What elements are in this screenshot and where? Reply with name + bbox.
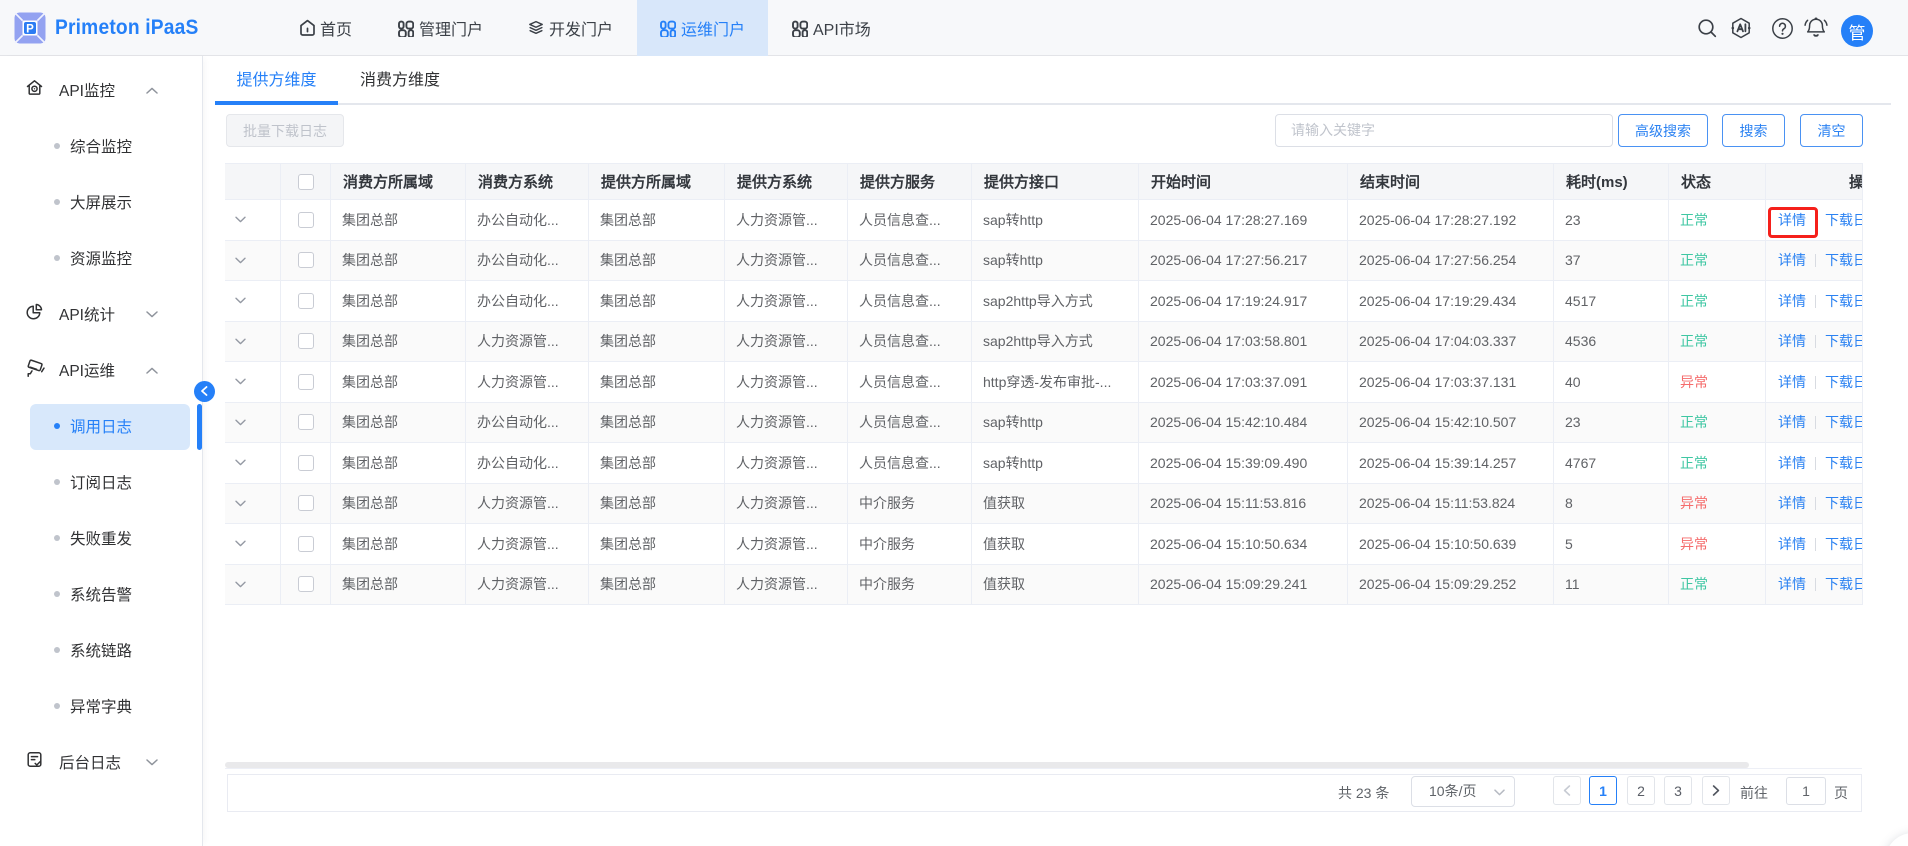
- svg-text:P: P: [26, 23, 34, 35]
